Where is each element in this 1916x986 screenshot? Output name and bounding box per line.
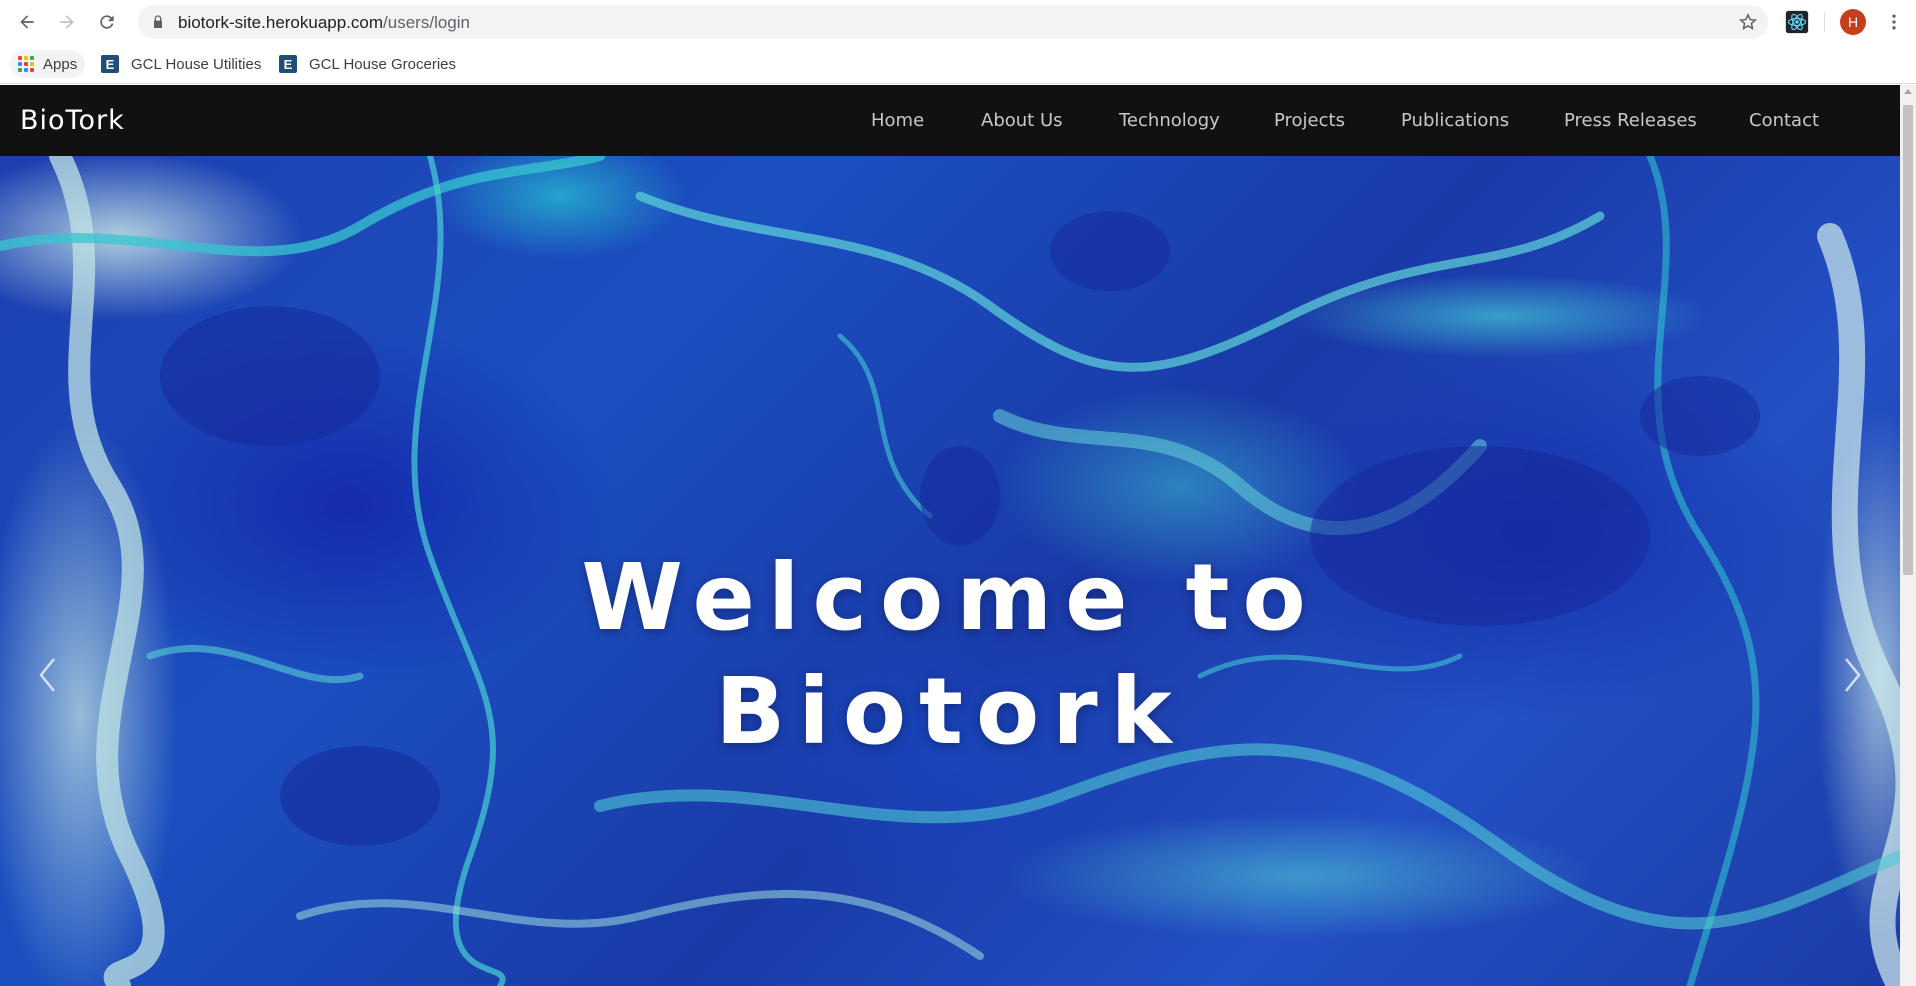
nav-link-publications[interactable]: Publications [1401,110,1509,131]
apps-grid-icon [18,56,34,72]
toolbar-divider [1824,12,1825,32]
evernote-e-icon: E [101,55,119,73]
bookmark-gcl-house-groceries[interactable]: E GCL House Groceries [273,50,462,78]
hero-heading-line-2: Biotork [715,658,1185,765]
nav-link-press-releases[interactable]: Press Releases [1564,110,1697,131]
bookmark-label: GCL House Utilities [131,55,262,73]
hero-carousel-slide: Welcome to Biotork [0,156,1900,986]
url-host: biotork-site.herokuapp.com [178,13,384,32]
address-bar[interactable]: biotork-site.herokuapp.com/users/login [138,5,1768,39]
back-button[interactable] [13,8,41,36]
carousel-next-button[interactable] [1833,650,1873,700]
nav-link-projects[interactable]: Projects [1274,110,1345,131]
nav-link-contact[interactable]: Contact [1749,110,1819,131]
site-navbar: BioTork Home About Us Technology Project… [0,85,1900,156]
nav-link-about-us[interactable]: About Us [981,110,1063,131]
evernote-e-icon: E [279,55,297,73]
page-scrollbar[interactable] [1900,85,1916,986]
bookmarks-bar: Apps E GCL House Utilities E GCL House G… [0,44,1916,84]
carousel-prev-button[interactable] [27,650,67,700]
browser-toolbar: biotork-site.herokuapp.com/users/login H [0,0,1916,44]
bookmark-label: GCL House Groceries [309,55,456,73]
three-dots-icon[interactable] [1880,8,1908,36]
website-viewport: BioTork Home About Us Technology Project… [0,85,1900,986]
bookmark-gcl-house-utilities[interactable]: E GCL House Utilities [95,50,267,78]
chevron-right-icon [1845,658,1861,692]
scrollbar-thumb[interactable] [1903,105,1913,575]
reload-button[interactable] [93,8,121,36]
hero-heading-line-1: Welcome to [581,544,1319,651]
bookmark-apps-label: Apps [43,55,78,73]
profile-avatar[interactable]: H [1840,9,1866,35]
react-atom-icon[interactable] [1783,8,1811,36]
arrow-left-icon [20,15,34,29]
lock-icon [154,15,162,28]
hero-heading: Welcome to Biotork [0,541,1900,769]
scroll-up-arrow-icon[interactable] [1904,89,1912,94]
forward-button[interactable] [53,8,81,36]
url-path: /users/login [383,13,470,32]
chevron-left-icon [39,658,55,692]
url-text[interactable]: biotork-site.herokuapp.com/users/login [178,13,470,33]
site-brand-logo[interactable]: BioTork [20,105,125,136]
arrow-right-icon [60,15,74,29]
star-icon[interactable] [1738,12,1758,32]
nav-link-home[interactable]: Home [871,110,924,131]
nav-link-technology[interactable]: Technology [1119,110,1220,131]
reload-icon [100,15,114,29]
bookmark-apps[interactable]: Apps [10,50,86,78]
